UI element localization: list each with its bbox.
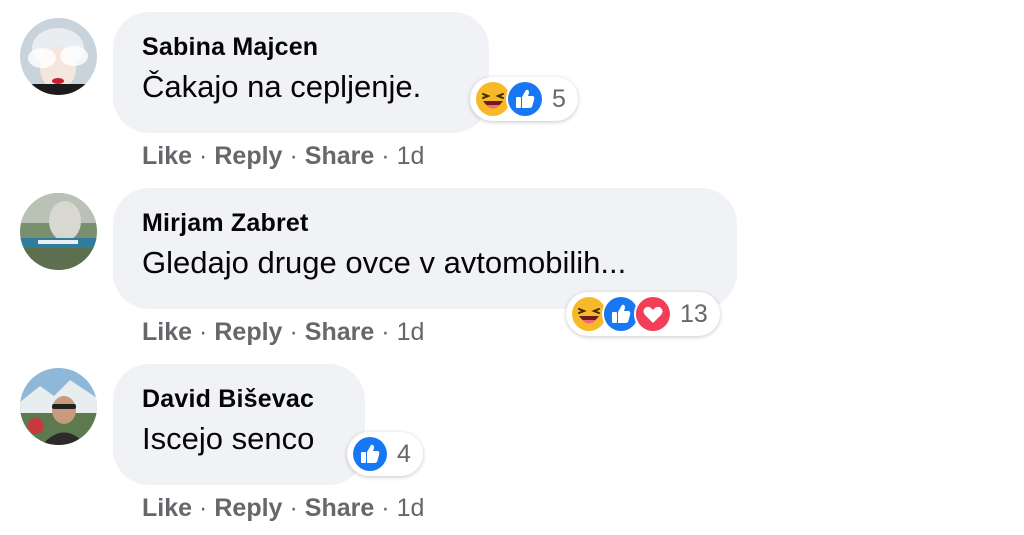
avatar[interactable] — [20, 368, 97, 445]
comment-text: Gledajo druge ovce v avtomobilih... — [142, 245, 627, 280]
comment-bubble: Sabina Majcen Čakajo na cepljenje. — [113, 12, 489, 133]
share-button[interactable]: Share — [305, 142, 374, 171]
comment-author[interactable]: David Biševac — [142, 384, 335, 414]
reactions-summary[interactable]: 5 — [470, 77, 578, 121]
separator-dot: · — [289, 318, 298, 346]
reactions-summary[interactable]: 4 — [347, 432, 423, 476]
reply-button[interactable]: Reply — [214, 494, 282, 523]
reply-button[interactable]: Reply — [214, 142, 282, 171]
avatar[interactable] — [20, 18, 97, 95]
separator-dot: · — [289, 142, 298, 170]
comment-timestamp[interactable]: 1d — [397, 318, 425, 347]
comment-author[interactable]: Sabina Majcen — [142, 32, 459, 62]
like-button[interactable]: Like — [142, 494, 192, 523]
share-button[interactable]: Share — [305, 318, 374, 347]
reactions-summary[interactable]: 13 — [566, 292, 720, 336]
like-button[interactable]: Like — [142, 318, 192, 347]
separator-dot: · — [199, 142, 208, 170]
reaction-count: 13 — [680, 299, 708, 328]
comment-bubble: Mirjam Zabret Gledajo druge ovce v avtom… — [113, 188, 737, 309]
comment-thread: Sabina Majcen Čakajo na cepljenje. 5 Lik… — [0, 0, 1024, 535]
like-reaction-icon — [506, 80, 544, 118]
comment-actions: Like · Reply · Share · 1d — [142, 494, 424, 523]
separator-dot: · — [381, 142, 390, 170]
separator-dot: · — [199, 494, 208, 522]
comment-actions: Like · Reply · Share · 1d — [142, 142, 424, 171]
separator-dot: · — [381, 318, 390, 346]
separator-dot: · — [381, 494, 390, 522]
love-reaction-icon — [634, 295, 672, 333]
reaction-count: 5 — [552, 84, 566, 113]
like-button[interactable]: Like — [142, 142, 192, 171]
comment-author[interactable]: Mirjam Zabret — [142, 208, 707, 238]
reaction-count: 4 — [397, 439, 411, 468]
comment-bubble: David Biševac Iscejo senco — [113, 364, 365, 485]
separator-dot: · — [199, 318, 208, 346]
comment-timestamp[interactable]: 1d — [397, 494, 425, 523]
share-button[interactable]: Share — [305, 494, 374, 523]
separator-dot: · — [289, 494, 298, 522]
like-reaction-icon — [351, 435, 389, 473]
comment-timestamp[interactable]: 1d — [397, 142, 425, 171]
reply-button[interactable]: Reply — [214, 318, 282, 347]
comment-actions: Like · Reply · Share · 1d — [142, 318, 424, 347]
comment-text: Čakajo na cepljenje. — [142, 69, 422, 104]
avatar[interactable] — [20, 193, 97, 270]
comment-text: Iscejo senco — [142, 421, 315, 456]
